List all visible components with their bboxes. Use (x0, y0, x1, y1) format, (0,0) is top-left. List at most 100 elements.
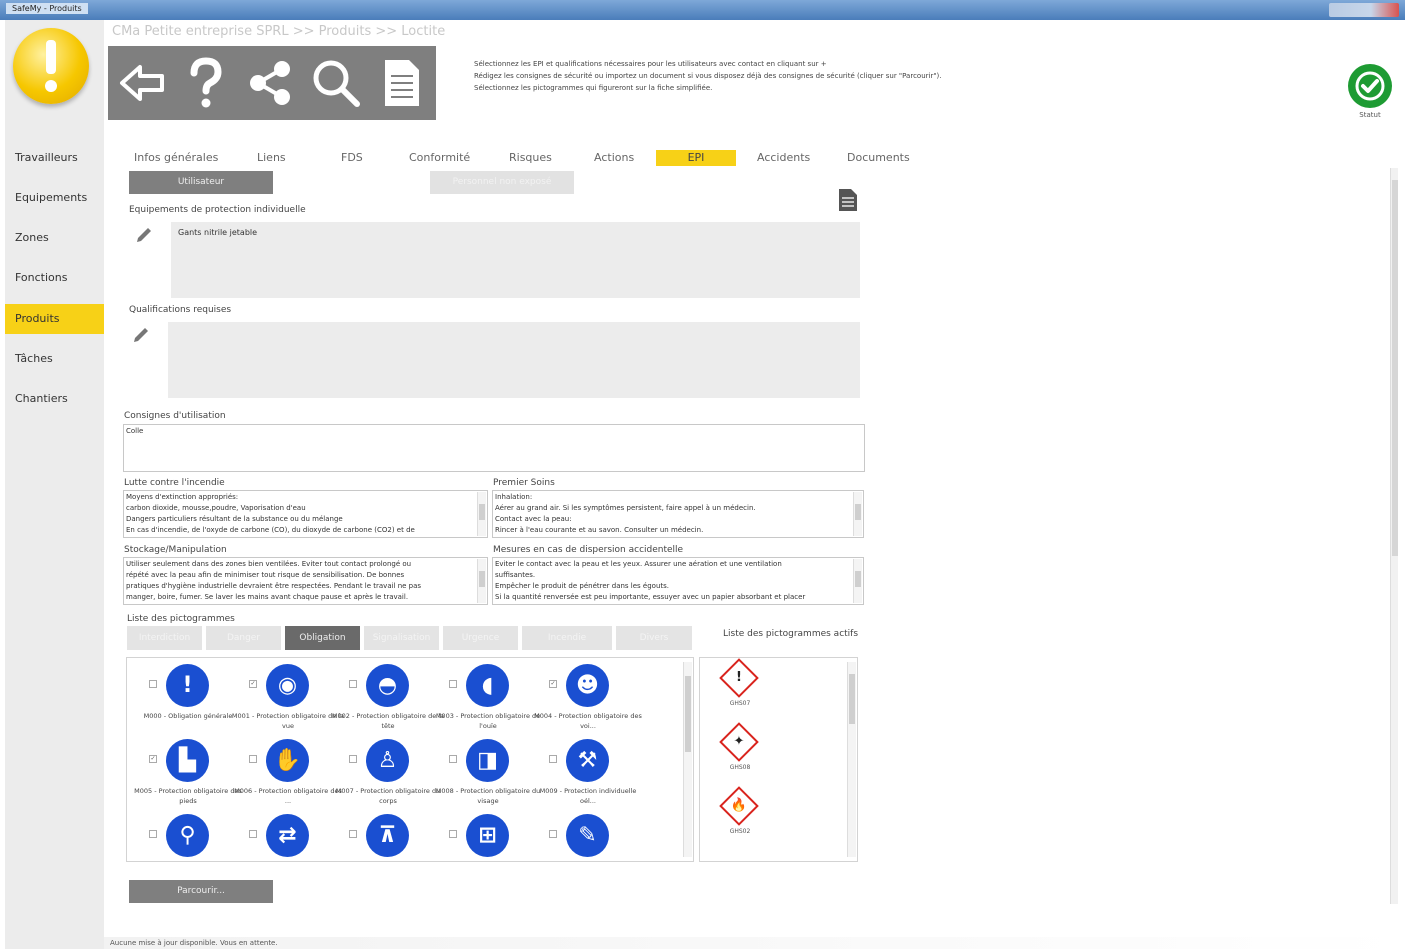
picto-item[interactable]: ♙ M007 - Protection obligatoire du corps (331, 735, 440, 810)
picto-item[interactable]: ✓ ▙ M005 - Protection obligatoire des pied… (131, 735, 242, 810)
picto-item[interactable]: ⊼ (331, 810, 431, 861)
picto-checkbox[interactable]: ✓ (249, 680, 257, 688)
sidebar-item-fonctions[interactable]: Fonctions (5, 263, 104, 293)
picto-tab-signalisation[interactable]: Signalisation (364, 626, 439, 650)
picto-tab-divers[interactable]: Divers (616, 626, 692, 650)
scrollbar[interactable] (847, 662, 856, 857)
tab-liens[interactable]: Liens (257, 150, 307, 166)
edit-epi-pencil-icon[interactable] (134, 225, 154, 245)
qualifications-list[interactable] (168, 322, 860, 398)
subtab-personnel[interactable]: Personnel non exposé (430, 171, 574, 194)
picto-checkbox[interactable] (449, 680, 457, 688)
tool-icon: ✎ (566, 814, 609, 857)
sidebar-item-produits[interactable]: Produits (5, 304, 104, 334)
incendie-textarea[interactable]: Moyens d'extinction appropriés: carbon d… (123, 490, 488, 538)
ladder-icon: ⊼ (366, 814, 409, 857)
stockage-textarea[interactable]: Utiliser seulement dans des zones bien v… (123, 557, 488, 605)
picto-checkbox[interactable] (149, 830, 157, 838)
sidebar-item-taches[interactable]: Tâches (5, 344, 104, 374)
document-icon[interactable] (374, 54, 430, 112)
stockage-label: Stockage/Manipulation (124, 545, 227, 555)
picto-checkbox[interactable]: ✓ (549, 680, 557, 688)
scrollbar[interactable] (853, 492, 862, 536)
picto-checkbox[interactable] (549, 830, 557, 838)
help-icon[interactable] (178, 54, 234, 112)
picto-tab-danger[interactable]: Danger (206, 626, 281, 650)
picto-checkbox[interactable] (449, 830, 457, 838)
picto-grid[interactable]: ! M000 - Obligation générale ✓ ◉ M001 - Prot… (126, 657, 694, 862)
picto-tab-interdiction[interactable]: Interdiction (127, 626, 202, 650)
picto-item[interactable]: ◨ M008 - Protection obligatoire du visage (431, 735, 540, 810)
picto-tab-obligation[interactable]: Obligation (285, 626, 360, 650)
tab-conformite[interactable]: Conformité (409, 150, 479, 166)
picto-checkbox[interactable]: ✓ (149, 755, 157, 763)
export-document-icon[interactable] (838, 188, 858, 212)
sidebar-item-zones[interactable]: Zones (5, 223, 104, 253)
picto-item[interactable]: ! M000 - Obligation générale (131, 660, 232, 735)
picto-checkbox[interactable] (149, 680, 157, 688)
window-controls[interactable] (1329, 3, 1399, 17)
helmet-icon: ◓ (366, 664, 409, 707)
back-arrow-icon[interactable] (114, 54, 170, 112)
scrollbar[interactable] (683, 662, 692, 857)
pictos-label: Liste des pictogrammes (127, 614, 235, 624)
share-icon[interactable] (242, 54, 298, 112)
picto-item[interactable]: ⇄ (231, 810, 331, 861)
active-picto-list[interactable]: ! GHS07 ✦ GHS08 🔥 GHS02 (699, 657, 858, 862)
scrollbar[interactable] (477, 559, 486, 603)
subtab-utilisateur[interactable]: Utilisateur (129, 171, 273, 194)
browse-button[interactable]: Parcourir... (129, 880, 273, 903)
picto-checkbox[interactable] (549, 755, 557, 763)
tab-fds[interactable]: FDS (341, 150, 381, 166)
epi-list[interactable]: Gants nitrile jetable (171, 222, 860, 298)
tab-risques[interactable]: Risques (509, 150, 569, 166)
picto-item[interactable]: ✓ ☻ M004 - Protection obligatoire des voi.… (531, 660, 642, 735)
sidebar-item-equipements[interactable]: Equipements (5, 183, 104, 213)
picto-checkbox[interactable] (349, 830, 357, 838)
epi-label: Equipements de protection individuelle (129, 205, 306, 215)
sidebar-item-chantiers[interactable]: Chantiers (5, 384, 104, 414)
tab-documents[interactable]: Documents (847, 150, 917, 166)
picto-item[interactable]: ⊞ (431, 810, 531, 861)
picto-item[interactable]: ◓ M002 - Protection obligatoire de la têt… (331, 660, 444, 735)
main-scrollbar[interactable] (1390, 168, 1398, 904)
picto-tab-urgence[interactable]: Urgence (443, 626, 518, 650)
scrollbar[interactable] (477, 492, 486, 536)
connect-icon: ⇄ (266, 814, 309, 857)
picto-item[interactable]: ⚒ M009 - Protection individuelle oél... (531, 735, 636, 810)
picto-item[interactable]: ✎ (531, 810, 631, 861)
toolbar (108, 46, 436, 120)
picto-checkbox[interactable] (349, 755, 357, 763)
picto-tab-incendie[interactable]: Incendie (522, 626, 612, 650)
qualifications-label: Qualifications requises (129, 305, 232, 315)
picto-item[interactable]: ✋ M006 - Protection obligatoire des ... (231, 735, 342, 810)
picto-caption: M007 - Protection obligatoire du corps (335, 787, 441, 805)
picto-item[interactable]: ✓ ◉ M001 - Protection obligatoire de la vu… (231, 660, 344, 735)
ghs-symbol: ! (736, 670, 742, 685)
picto-caption: M008 - Protection obligatoire du visage (435, 787, 541, 805)
text-line: Contact avec la peau: (495, 515, 572, 523)
consignes-textarea[interactable]: Colle (123, 424, 865, 472)
tab-infos-generales[interactable]: Infos générales (134, 150, 224, 166)
premiers-soins-textarea[interactable]: Inhalation: Aérer au grand air. Si les s… (492, 490, 864, 538)
picto-checkbox[interactable] (449, 755, 457, 763)
picto-item[interactable]: ◖ M003 - Protection obligatoire de l'ouïe (431, 660, 540, 735)
picto-item[interactable]: ⚲ (131, 810, 231, 861)
edit-qualifications-pencil-icon[interactable] (131, 325, 151, 345)
scrollbar[interactable] (853, 559, 862, 603)
tab-actions[interactable]: Actions (594, 150, 644, 166)
picto-checkbox[interactable] (249, 830, 257, 838)
picto-caption: M004 - Protection obligatoire des voi... (534, 712, 642, 730)
tab-epi[interactable]: EPI (656, 150, 736, 166)
pedestrian-icon: ⚲ (166, 814, 209, 857)
active-pictos-label: Liste des pictogrammes actifs (723, 629, 859, 639)
overall-icon: ♙ (366, 739, 409, 782)
sidebar-item-travailleurs[interactable]: Travailleurs (5, 143, 104, 173)
search-icon[interactable] (308, 54, 364, 112)
tab-accidents[interactable]: Accidents (757, 150, 817, 166)
status-bar: Aucune mise à jour disponible. Vous en a… (104, 937, 1405, 949)
picto-checkbox[interactable] (249, 755, 257, 763)
status-check-icon[interactable] (1348, 64, 1392, 108)
picto-checkbox[interactable] (349, 680, 357, 688)
dispersion-textarea[interactable]: Eviter le contact avec la peau et les ye… (492, 557, 864, 605)
